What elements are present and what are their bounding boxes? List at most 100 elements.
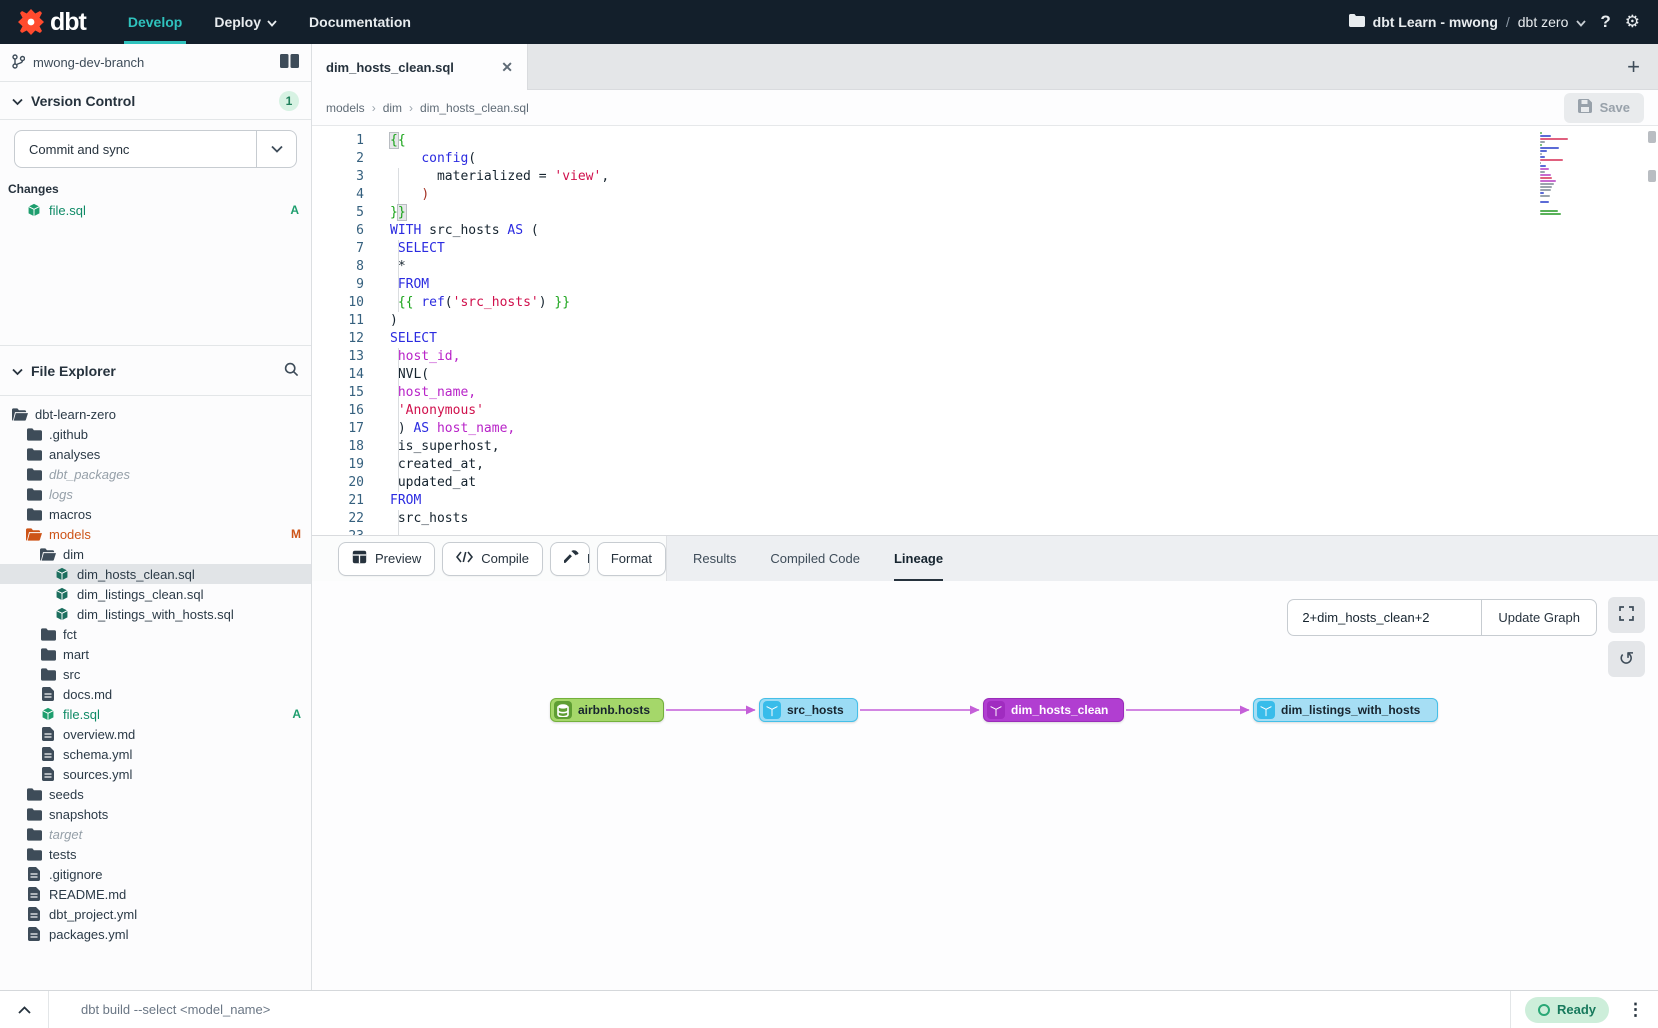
tree-item-models[interactable]: modelsM bbox=[0, 524, 311, 544]
command-input[interactable]: dbt build --select <model_name> bbox=[49, 1002, 1510, 1017]
new-tab-button[interactable]: + bbox=[1609, 54, 1658, 80]
tree-item-docs.md[interactable]: docs.md bbox=[0, 684, 311, 704]
code-line-6[interactable]: 6WITH src_hosts AS ( bbox=[312, 222, 1658, 240]
code-line-10[interactable]: 10 {{ ref('src_hosts') }} bbox=[312, 294, 1658, 312]
settings-gear-icon[interactable]: ⚙ bbox=[1625, 12, 1640, 32]
code-line-14[interactable]: 14 NVL( bbox=[312, 366, 1658, 384]
dbt-logo[interactable]: dbt bbox=[0, 8, 112, 37]
tree-item-analyses[interactable]: analyses bbox=[0, 444, 311, 464]
tree-item-file.sql[interactable]: file.sqlA bbox=[0, 704, 311, 724]
tree-item-snapshots[interactable]: snapshots bbox=[0, 804, 311, 824]
code-line-7[interactable]: 7 SELECT bbox=[312, 240, 1658, 258]
tab-results[interactable]: Results bbox=[693, 536, 736, 581]
tree-item-seeds[interactable]: seeds bbox=[0, 784, 311, 804]
help-button[interactable]: ? bbox=[1600, 12, 1610, 32]
code-line-5[interactable]: 5}} bbox=[312, 204, 1658, 222]
kebab-menu-icon[interactable]: ⋮ bbox=[1627, 1000, 1658, 1020]
reset-view-button[interactable]: ↺ bbox=[1608, 641, 1645, 677]
code-line-9[interactable]: 9 FROM bbox=[312, 276, 1658, 294]
chevron-up-icon[interactable] bbox=[0, 991, 48, 1028]
compile-button[interactable]: Compile bbox=[442, 542, 543, 576]
tree-item-fct[interactable]: fct bbox=[0, 624, 311, 644]
tree-item-overview.md[interactable]: overview.md bbox=[0, 724, 311, 744]
code-line-2[interactable]: 2 config( bbox=[312, 150, 1658, 168]
format-button[interactable]: Format bbox=[597, 542, 666, 576]
tree-item-.gitignore[interactable]: .gitignore bbox=[0, 864, 311, 884]
code-line-22[interactable]: 22 src_hosts bbox=[312, 510, 1658, 528]
breadcrumb-models[interactable]: models bbox=[326, 101, 365, 115]
code-line-16[interactable]: 16 'Anonymous' bbox=[312, 402, 1658, 420]
tree-item-.github[interactable]: .github bbox=[0, 424, 311, 444]
lineage-node-airbnb.hosts[interactable]: airbnb.hosts bbox=[550, 698, 664, 722]
code-line-11[interactable]: 11) bbox=[312, 312, 1658, 330]
close-tab-icon[interactable]: ✕ bbox=[501, 59, 513, 76]
tree-item-dbt-learn-zero[interactable]: dbt-learn-zero bbox=[0, 404, 311, 424]
tab-lineage[interactable]: Lineage bbox=[894, 536, 943, 581]
fullscreen-button[interactable] bbox=[1608, 597, 1645, 633]
file-explorer-header[interactable]: File Explorer bbox=[0, 346, 311, 396]
scrollbar-thumb[interactable] bbox=[1648, 170, 1656, 182]
tree-item-target[interactable]: target bbox=[0, 824, 311, 844]
tree-item-src[interactable]: src bbox=[0, 664, 311, 684]
tree-item-macros[interactable]: macros bbox=[0, 504, 311, 524]
code-line-4[interactable]: 4 ) bbox=[312, 186, 1658, 204]
code-line-3[interactable]: 3 materialized = 'view', bbox=[312, 168, 1658, 186]
code-line-8[interactable]: 8 * bbox=[312, 258, 1658, 276]
changed-file-row[interactable]: file.sql A bbox=[0, 200, 311, 220]
tree-item-schema.yml[interactable]: schema.yml bbox=[0, 744, 311, 764]
tree-item-packages.yml[interactable]: packages.yml bbox=[0, 924, 311, 944]
folder-icon bbox=[26, 786, 42, 802]
split-view-icon[interactable] bbox=[280, 54, 299, 71]
nav-develop[interactable]: Develop bbox=[112, 0, 198, 44]
nav-documentation[interactable]: Documentation bbox=[293, 0, 427, 44]
update-graph-button[interactable]: Update Graph bbox=[1481, 599, 1597, 636]
preview-button[interactable]: Preview bbox=[338, 542, 435, 576]
search-icon[interactable] bbox=[284, 362, 299, 380]
tree-item-dim_hosts_clean.sql[interactable]: dim_hosts_clean.sql bbox=[0, 564, 311, 584]
code-line-21[interactable]: 21FROM bbox=[312, 492, 1658, 510]
code-editor[interactable]: 1{{2 config(3 materialized = 'view',4 )5… bbox=[312, 126, 1658, 535]
tree-item-README.md[interactable]: README.md bbox=[0, 884, 311, 904]
lineage-node-label: dim_listings_with_hosts bbox=[1281, 703, 1420, 717]
minimap[interactable] bbox=[1540, 132, 1574, 219]
code-line-13[interactable]: 13 host_id, bbox=[312, 348, 1658, 366]
editor-tab[interactable]: dim_hosts_clean.sql ✕ bbox=[312, 44, 528, 90]
save-button[interactable]: Save bbox=[1564, 93, 1644, 123]
code-line-1[interactable]: 1{{ bbox=[312, 132, 1658, 150]
tree-item-dbt_packages[interactable]: dbt_packages bbox=[0, 464, 311, 484]
build-button[interactable]: Build bbox=[551, 543, 590, 575]
nav-deploy[interactable]: Deploy bbox=[198, 0, 293, 44]
breadcrumb-file[interactable]: dim_hosts_clean.sql bbox=[420, 101, 529, 115]
tree-item-sources.yml[interactable]: sources.yml bbox=[0, 764, 311, 784]
tree-item-dim_listings_clean.sql[interactable]: dim_listings_clean.sql bbox=[0, 584, 311, 604]
code-line-19[interactable]: 19 created_at, bbox=[312, 456, 1658, 474]
scrollbar-thumb[interactable] bbox=[1648, 131, 1656, 143]
tree-item-mart[interactable]: mart bbox=[0, 644, 311, 664]
lineage-node-dim_hosts_clean[interactable]: dim_hosts_clean bbox=[983, 698, 1124, 722]
commit-and-sync-button[interactable]: Commit and sync bbox=[14, 130, 297, 168]
breadcrumb-separator: › bbox=[409, 101, 413, 115]
tree-item-dim_listings_with_hosts.sql[interactable]: dim_listings_with_hosts.sql bbox=[0, 604, 311, 624]
line-number: 7 bbox=[312, 240, 372, 258]
commit-options-caret[interactable] bbox=[256, 131, 296, 167]
tree-item-tests[interactable]: tests bbox=[0, 844, 311, 864]
version-control-header[interactable]: Version Control 1 bbox=[0, 82, 311, 120]
lineage-node-dim_listings_with_hosts[interactable]: dim_listings_with_hosts bbox=[1253, 698, 1438, 722]
code-line-12[interactable]: 12SELECT bbox=[312, 330, 1658, 348]
tree-item-dim[interactable]: dim bbox=[0, 544, 311, 564]
project-selector[interactable]: dbt Learn - mwong / dbt zero bbox=[1349, 14, 1587, 30]
code-line-20[interactable]: 20 updated_at bbox=[312, 474, 1658, 492]
lineage-selector-input[interactable] bbox=[1287, 599, 1481, 636]
lineage-node-src_hosts[interactable]: src_hosts bbox=[759, 698, 858, 722]
code-line-15[interactable]: 15 host_name, bbox=[312, 384, 1658, 402]
tree-item-label: dim bbox=[63, 547, 84, 562]
tree-item-logs[interactable]: logs bbox=[0, 484, 311, 504]
tree-item-dbt_project.yml[interactable]: dbt_project.yml bbox=[0, 904, 311, 924]
code-line-23[interactable]: 23 bbox=[312, 528, 1658, 535]
breadcrumb-dim[interactable]: dim bbox=[383, 101, 402, 115]
tab-compiled-code[interactable]: Compiled Code bbox=[770, 536, 860, 581]
branch-row[interactable]: mwong-dev-branch bbox=[0, 44, 311, 82]
code-line-17[interactable]: 17 ) AS host_name, bbox=[312, 420, 1658, 438]
code-line-18[interactable]: 18 is_superhost, bbox=[312, 438, 1658, 456]
model-cube-icon bbox=[54, 606, 70, 622]
